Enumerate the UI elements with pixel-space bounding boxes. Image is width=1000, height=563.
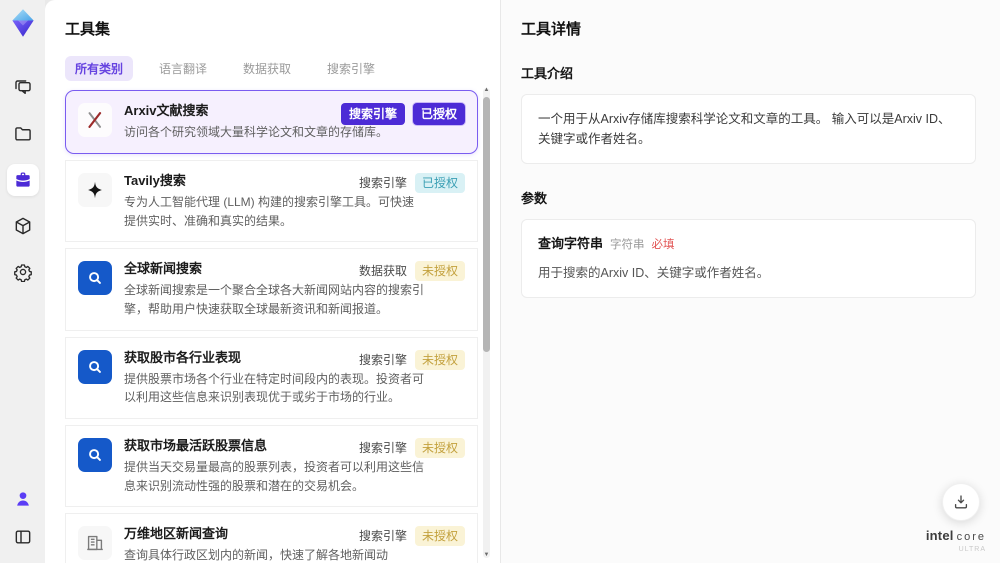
sidebar-item-settings[interactable] — [7, 256, 39, 288]
category-badge: 搜索引擎 — [340, 103, 405, 125]
intro-heading: 工具介绍 — [521, 66, 574, 81]
main-surface: 工具集 所有类别 语言翻译 数据获取 搜索引擎 Arxiv文献搜索 访问各个研究… — [45, 0, 1000, 563]
user-icon — [16, 492, 29, 506]
cube-icon — [15, 217, 30, 235]
detail-title: 工具详情 — [521, 21, 582, 38]
tool-card-most-active-stocks[interactable]: 获取市场最活跃股票信息 提供当天交易量最高的股票列表，投资者可以利用这些信息来识… — [65, 424, 478, 508]
category-badge: 搜索引擎 — [358, 440, 407, 455]
building-news-icon — [78, 526, 112, 561]
tab-language-translation[interactable]: 语言翻译 — [149, 56, 217, 81]
tavily-star-icon — [78, 172, 112, 207]
category-tabs: 所有类别 语言翻译 数据获取 搜索引擎 — [65, 56, 500, 81]
auth-status-badge: 未授权 — [414, 437, 465, 458]
sidebar-item-toolbox[interactable] — [6, 164, 39, 196]
tool-list-panel: 工具集 所有类别 语言翻译 数据获取 搜索引擎 Arxiv文献搜索 访问各个研究… — [45, 0, 500, 563]
auth-status-badge: 未授权 — [414, 261, 465, 282]
category-badge: 搜索引擎 — [358, 352, 407, 367]
scroll-down-arrow-icon[interactable]: ▼ — [483, 552, 490, 558]
tab-search-engine[interactable]: 搜索引擎 — [317, 56, 385, 81]
tool-desc: 全球新闻搜索是一个聚合全球各大新闻网站内容的搜索引擎，帮助用户快速获取全球最新资… — [124, 283, 425, 316]
tool-card-sector-performance[interactable]: 获取股市各行业表现 提供股票市场各个行业在特定时间段内的表现。投资者可以利用这些… — [65, 336, 478, 419]
param-name: 查询字符串 — [538, 236, 604, 251]
auth-status-badge: 未授权 — [414, 526, 465, 547]
blue-search-icon — [78, 437, 112, 472]
tool-desc: 访问各个研究领域大量科学论文和文章的存储库。 — [124, 125, 389, 140]
auth-status-badge: 已授权 — [414, 172, 465, 193]
tool-badges: 数据获取 未授权 — [358, 261, 465, 282]
sidebar-item-files[interactable] — [7, 118, 39, 150]
arxiv-icon — [78, 103, 112, 137]
tool-name: 万维地区新闻查询 — [124, 526, 229, 542]
settings-icon — [13, 264, 32, 282]
panel-toggle-icon — [15, 530, 30, 544]
param-required-flag: 必填 — [651, 239, 675, 251]
scrollbar-thumb[interactable] — [483, 97, 490, 352]
tab-data-fetch[interactable]: 数据获取 — [233, 56, 301, 81]
param-head: 查询字符串 字符串 必填 — [538, 234, 959, 255]
tool-list: Arxiv文献搜索 访问各个研究领域大量科学论文和文章的存储库。 搜索引擎 已授… — [65, 90, 478, 563]
blue-search-icon — [78, 349, 112, 384]
tool-card-arxiv[interactable]: Arxiv文献搜索 访问各个研究领域大量科学论文和文章的存储库。 搜索引擎 已授… — [65, 90, 478, 154]
tool-badges: 搜索引擎 已授权 — [358, 172, 465, 193]
sidebar-item-packages[interactable] — [7, 210, 39, 242]
category-badge: 数据获取 — [358, 264, 407, 279]
download-button[interactable] — [942, 483, 980, 521]
tool-detail-panel: 工具详情 工具介绍 一个用于从Arxiv存储库搜索科学论文和文章的工具。 输入可… — [500, 0, 1000, 563]
tool-card-tavily[interactable]: Tavily搜索 专为人工智能代理 (LLM) 构建的搜索引擎工具。可快速提供实… — [65, 159, 478, 243]
category-badge: 搜索引擎 — [358, 529, 407, 544]
download-icon — [954, 495, 968, 509]
brand-sub-text: ULTRA — [958, 546, 986, 553]
tool-desc: 专为人工智能代理 (LLM) 构建的搜索引擎工具。可快速提供实时、准确和真实的结… — [124, 194, 415, 228]
intro-box: 一个用于从Arxiv存储库搜索科学论文和文章的工具。 输入可以是Arxiv ID… — [521, 94, 976, 164]
sidebar-item-chat[interactable] — [7, 72, 39, 104]
params-heading: 参数 — [521, 191, 548, 206]
list-scrollbar[interactable]: ▲ ▼ — [483, 87, 490, 558]
scroll-up-arrow-icon[interactable]: ▲ — [483, 87, 490, 93]
category-badge: 搜索引擎 — [358, 175, 407, 190]
app-sidebar — [0, 0, 45, 563]
sidebar-item-collapse[interactable] — [7, 521, 39, 553]
tab-all-categories[interactable]: 所有类别 — [65, 56, 134, 81]
tool-text: 万维地区新闻查询 查询具体行政区划内的新闻，快速了解各地新闻动 — [124, 525, 388, 563]
folder-icon — [14, 127, 31, 141]
tool-badges: 搜索引擎 未授权 — [358, 526, 465, 547]
tool-desc: 查询具体行政区划内的新闻，快速了解各地新闻动 — [124, 548, 389, 563]
toolbox-icon — [15, 172, 30, 187]
tool-card-global-news[interactable]: 全球新闻搜索 全球新闻搜索是一个聚合全球各大新闻网站内容的搜索引擎，帮助用户快速… — [65, 248, 478, 331]
tool-desc: 提供当天交易量最高的股票列表，投资者可以利用这些信息来识别流动性强的股票和潜在的… — [124, 460, 425, 493]
tool-card-regional-news[interactable]: 万维地区新闻查询 查询具体行政区划内的新闻，快速了解各地新闻动 搜索引擎 未授权 — [65, 513, 478, 563]
auth-status-badge: 已授权 — [412, 103, 465, 125]
tool-badges: 搜索引擎 已授权 — [340, 103, 465, 125]
param-type: 字符串 — [610, 239, 645, 251]
param-desc: 用于搜索的Arxiv ID、关键字或作者姓名。 — [538, 265, 770, 280]
auth-status-badge: 未授权 — [414, 349, 465, 370]
blue-search-icon — [78, 261, 112, 296]
brand-core-text: core — [956, 531, 986, 543]
page-title: 工具集 — [65, 21, 111, 38]
tool-badges: 搜索引擎 未授权 — [358, 437, 465, 458]
tool-badges: 搜索引擎 未授权 — [358, 349, 465, 370]
intel-core-logo: intel core ULTRA — [926, 529, 986, 553]
app-logo-diamond — [8, 8, 38, 38]
tool-desc: 提供股票市场各个行业在特定时间段内的表现。投资者可以利用这些信息来识别表现优于或… — [124, 371, 425, 405]
param-box: 查询字符串 字符串 必填 用于搜索的Arxiv ID、关键字或作者姓名。 — [521, 219, 976, 298]
sidebar-item-profile[interactable] — [7, 483, 39, 515]
chat-icon — [14, 80, 31, 95]
brand-intel-text: intel — [925, 528, 954, 543]
